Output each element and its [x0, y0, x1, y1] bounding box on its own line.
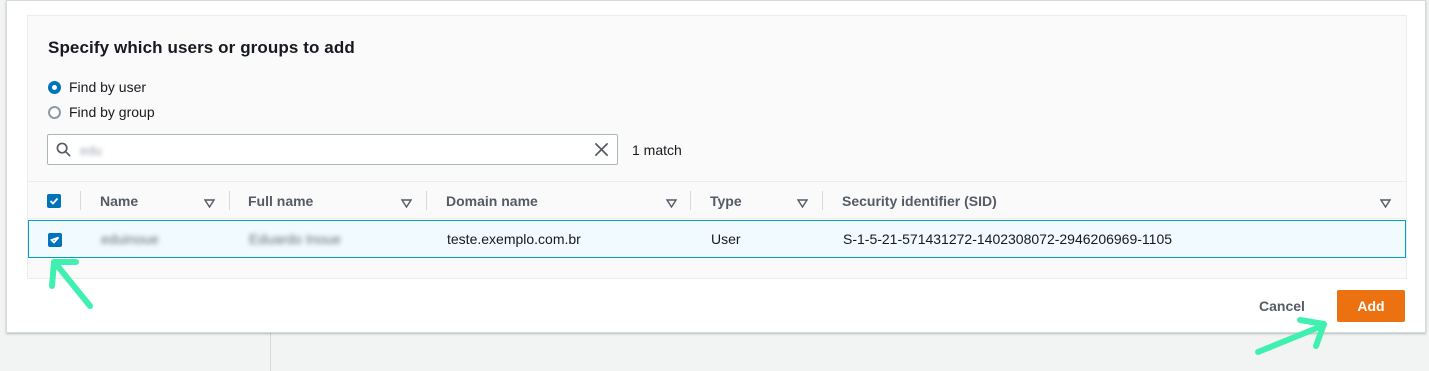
- radio-button[interactable]: [48, 105, 61, 119]
- dialog-title: Specify which users or groups to add: [48, 38, 355, 57]
- radio-button-selected[interactable]: [48, 80, 61, 94]
- sort-caret-icon[interactable]: [796, 195, 809, 213]
- cell-name: eduinoue: [101, 231, 159, 247]
- row-checkbox[interactable]: [48, 233, 62, 247]
- find-by-group-label: Find by group: [69, 104, 155, 120]
- sort-caret-icon[interactable]: [203, 195, 216, 213]
- sort-caret-icon[interactable]: [400, 195, 413, 213]
- column-header-domain-name[interactable]: Domain name: [446, 182, 538, 219]
- column-header-type[interactable]: Type: [710, 182, 742, 219]
- column-header-sid[interactable]: Security identifier (SID): [842, 182, 997, 219]
- find-by-group-option[interactable]: Find by group: [48, 104, 155, 120]
- dialog-content: Specify which users or groups to add Fin…: [27, 15, 1407, 279]
- column-header-full-name[interactable]: Full name: [248, 182, 313, 219]
- annotation-arrow-icon: [49, 259, 93, 309]
- search-value: edu: [80, 143, 102, 158]
- cell-type: User: [711, 231, 741, 247]
- column-separator: [80, 191, 81, 210]
- column-header-name[interactable]: Name: [100, 182, 138, 219]
- checkmark-icon: [50, 236, 60, 244]
- annotation-arrow-icon: [1255, 317, 1327, 355]
- column-separator: [690, 191, 691, 210]
- find-by-user-option[interactable]: Find by user: [48, 79, 146, 95]
- cell-sid: S-1-5-21-571431272-1402308072-2946206969…: [843, 231, 1173, 247]
- select-all-checkbox[interactable]: [47, 194, 61, 208]
- column-separator: [426, 191, 427, 210]
- sort-caret-icon[interactable]: [665, 195, 678, 213]
- column-separator: [822, 191, 823, 210]
- column-separator: [229, 191, 230, 210]
- add-users-dialog: Specify which users or groups to add Fin…: [6, 0, 1426, 333]
- match-count: 1 match: [632, 142, 682, 158]
- search-input[interactable]: edu: [47, 134, 618, 165]
- background-divider: [270, 333, 271, 371]
- add-button[interactable]: Add: [1337, 290, 1405, 322]
- search-icon: [56, 142, 71, 162]
- sort-caret-icon[interactable]: [1379, 195, 1392, 213]
- find-by-user-label: Find by user: [69, 79, 147, 95]
- close-icon[interactable]: [594, 142, 609, 162]
- table-header: Name Full name Domain name Type Security…: [28, 181, 1406, 219]
- cell-domain-name: teste.exemplo.com.br: [447, 231, 581, 247]
- cell-full-name: Eduardo Inoue: [249, 231, 341, 247]
- table-row[interactable]: eduinoue Eduardo Inoue teste.exemplo.com…: [28, 220, 1406, 258]
- checkmark-icon: [49, 197, 59, 205]
